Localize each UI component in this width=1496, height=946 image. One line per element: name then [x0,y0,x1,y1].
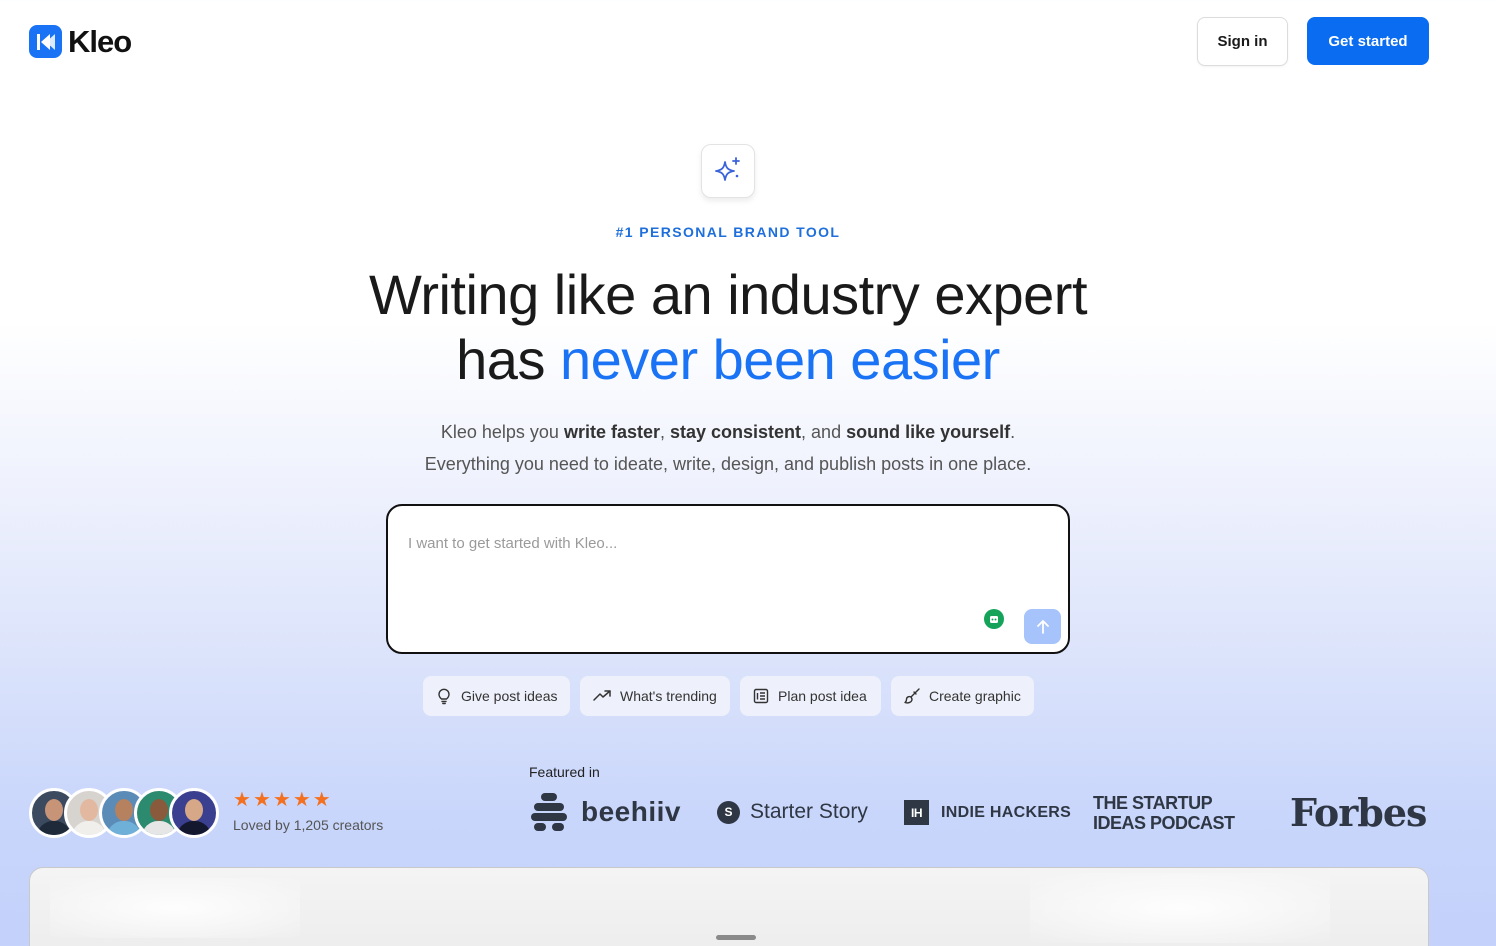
lightbulb-icon [438,688,450,705]
arrow-up-icon [1036,619,1049,634]
get-started-button[interactable]: Get started [1307,17,1429,65]
beehiiv-logo: beehiiv [529,792,681,832]
subtext-emphasis: write faster [563,422,660,442]
kleo-logo-icon [29,25,62,58]
chip-create-graphic[interactable]: Create graphic [891,676,1034,716]
forbes-logo: Forbes [1290,790,1427,835]
chip-label: Create graphic [929,688,1021,704]
indie-hackers-wordmark: INDIE HACKERS [941,803,1072,821]
chip-give-post-ideas[interactable]: Give post ideas [423,676,570,716]
app-preview-frame [29,867,1429,946]
star-icon: ★ [252,789,271,811]
featured-in-label: Featured in [529,764,600,780]
headline-accent: never been easier [560,328,1000,391]
startup-logo-line-1: THE STARTUP [1093,793,1213,813]
creator-avatars [29,788,219,839]
chip-label: What's trending [620,688,717,704]
loved-by-text: Loved by 1,205 creators [233,817,384,833]
brush-icon [904,688,920,704]
indie-hackers-logo: IH INDIE HACKERS [904,800,1071,825]
chip-label: Plan post idea [778,688,867,704]
subtext-line-1: Kleo helps you write faster, stay consis… [0,416,1456,448]
starter-story-badge: S [717,800,740,824]
headline-line-1: Writing like an industry expert [369,263,1088,326]
star-icon: ★ [233,789,251,811]
subtext-text: Kleo helps you [440,422,564,442]
star-icon: ★ [272,789,291,811]
star-icon: ★ [292,789,311,811]
subtext-text: , and [801,422,847,442]
hero-eyebrow: #1 PERSONAL BRAND TOOL [615,224,841,240]
hero-headline: Writing like an industry expert has neve… [0,262,1456,392]
startup-ideas-podcast-logo: THE STARTUP IDEAS PODCAST [1093,793,1235,833]
indie-hackers-badge: IH [904,800,929,825]
beehive-icon [531,793,567,831]
rating-stars: ★ ★ ★ ★ ★ [233,790,331,810]
chip-whats-trending[interactable]: What's trending [580,676,730,716]
chip-plan-post-idea[interactable]: Plan post idea [740,676,881,716]
chip-label: Give post ideas [461,688,558,704]
subtext-text: , [659,422,670,442]
headline-line-2-prefix: has [456,328,561,391]
beehiiv-wordmark: beehiiv [581,796,681,827]
subtext-emphasis: stay consistent [670,422,802,442]
subtext-line-2: Everything you need to ideate, write, de… [424,454,1032,474]
sparkle-icon [701,144,755,198]
forbes-wordmark: Forbes [1290,790,1427,835]
send-button[interactable] [1024,609,1061,644]
prompt-box [386,504,1070,654]
prompt-input[interactable] [408,528,968,558]
drag-handle[interactable] [716,935,756,940]
grammarly-icon[interactable] [984,609,1004,629]
subtext-text: . [1010,422,1016,442]
star-icon: ★ [312,789,331,811]
subtext-emphasis: sound like yourself [846,422,1011,442]
avatar [169,788,219,838]
trending-up-icon [593,690,611,701]
kleo-logo[interactable]: Kleo [29,24,132,59]
hero-subtext: Kleo helps you write faster, stay consis… [0,416,1456,480]
starter-story-logo: S Starter Story [717,800,868,824]
starter-story-wordmark: Starter Story [750,800,868,823]
startup-logo-line-2: IDEAS PODCAST [1093,813,1235,833]
brand-name: Kleo [68,24,132,59]
document-icon [753,688,769,704]
sign-in-button[interactable]: Sign in [1197,17,1288,66]
